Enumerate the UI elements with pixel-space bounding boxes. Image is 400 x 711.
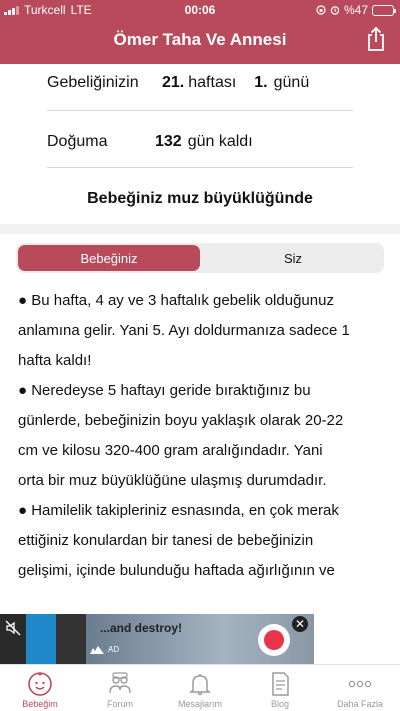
birth-days: 132 bbox=[155, 133, 182, 150]
tab-blog[interactable]: Blog bbox=[240, 665, 320, 711]
birth-suffix: gün kaldı bbox=[187, 133, 253, 150]
bell-icon bbox=[189, 674, 211, 696]
pregnancy-week-unit: haftası bbox=[188, 74, 237, 91]
article-line: ● Bu hafta, 4 ay ve 3 haftalık gebelik o… bbox=[18, 292, 334, 309]
tab-daha-fazla[interactable]: Daha Fazla bbox=[320, 665, 400, 711]
tab-bebegim[interactable]: Bebeğim bbox=[0, 665, 80, 711]
alarm-icon bbox=[330, 6, 340, 15]
ad-game-thumbnail bbox=[26, 614, 56, 664]
tab-label: Forum bbox=[106, 699, 133, 709]
tab-label: Blog bbox=[270, 699, 289, 709]
lock-rotation-icon bbox=[316, 5, 326, 15]
tab-label: Mesajlarım bbox=[177, 699, 222, 709]
article-line: hafta kaldı! bbox=[18, 352, 92, 369]
tab-label: Bebeğim bbox=[22, 699, 58, 709]
mute-icon[interactable] bbox=[3, 618, 23, 638]
more-icon bbox=[348, 680, 372, 688]
ad-record-button[interactable] bbox=[258, 624, 290, 656]
battery-icon bbox=[372, 4, 396, 16]
pregnancy-label: Gebeliğinizin bbox=[47, 74, 139, 91]
pregnancy-day-unit: günü bbox=[273, 74, 310, 91]
forum-icon bbox=[109, 672, 131, 694]
status-bar: Turkcell LTE 00:06 %47 bbox=[0, 0, 400, 20]
page-title: Ömer Taha Ve Annesi bbox=[113, 30, 287, 49]
article-line: ● Hamilelik takipleriniz esnasında, en ç… bbox=[18, 502, 339, 519]
ad-logo-icon bbox=[90, 645, 104, 654]
blog-icon bbox=[272, 672, 289, 696]
article-line: cm ve kilosu 320-400 gram aralığındadır.… bbox=[18, 442, 323, 459]
article-text: ● Bu hafta, 4 ay ve 3 haftalık gebelik o… bbox=[18, 286, 388, 586]
article-line: anlamına gelir. Yani 5. Ayı doldurmanıza… bbox=[18, 322, 350, 339]
tab-baby[interactable]: Bebeğiniz bbox=[18, 245, 200, 271]
baby-face-icon bbox=[28, 672, 52, 696]
tab-forum[interactable]: Forum bbox=[80, 665, 160, 711]
status-right: %47 bbox=[316, 3, 396, 17]
article-line: ● Neredeyse 5 haftayı geride bıraktığını… bbox=[18, 382, 311, 399]
article-line: ettiğiniz konulardan bir tanesi de bebeğ… bbox=[18, 532, 314, 549]
share-icon[interactable] bbox=[364, 26, 388, 52]
segmented-control: Bebeğiniz Siz bbox=[16, 243, 384, 273]
pregnancy-week: 21. bbox=[162, 74, 185, 91]
ad-tag: AD bbox=[108, 645, 120, 654]
divider bbox=[47, 167, 353, 168]
pregnancy-week-row: Gebeliğinizin 21. haftası 1. günü bbox=[47, 74, 309, 92]
article-line: günlerde, bebeğinizin boyu yaklaşık olar… bbox=[18, 412, 344, 429]
pregnancy-day: 1. bbox=[254, 74, 268, 91]
birth-countdown-row: Doğuma 132 gün kaldı bbox=[47, 133, 253, 151]
tab-label: Daha Fazla bbox=[336, 699, 384, 709]
tab-you[interactable]: Siz bbox=[202, 243, 384, 273]
article-line: gelişimi, içinde bulunduğu haftada ağırl… bbox=[18, 562, 335, 579]
size-headline: Bebeğiniz muz büyüklüğünde bbox=[87, 190, 313, 207]
section-separator bbox=[0, 224, 400, 234]
birth-label: Doğuma bbox=[47, 133, 108, 150]
ad-headline: ...and destroy! bbox=[100, 621, 183, 635]
divider bbox=[47, 110, 353, 111]
app-header: Turkcell LTE 00:06 %47 Ömer Taha Ve Anne… bbox=[0, 0, 400, 64]
battery-percent: %47 bbox=[343, 3, 368, 17]
tab-mesajlarim[interactable]: Mesajlarım bbox=[160, 665, 240, 711]
ad-close-button[interactable]: ✕ bbox=[292, 616, 308, 632]
ad-label: AD bbox=[90, 645, 119, 654]
bottom-tab-bar: Bebeğim Forum Mesajlarım Blog Daha Fazla bbox=[0, 664, 400, 711]
article-line: orta bir muz büyüklüğüne ulaşmış durumda… bbox=[18, 472, 327, 489]
